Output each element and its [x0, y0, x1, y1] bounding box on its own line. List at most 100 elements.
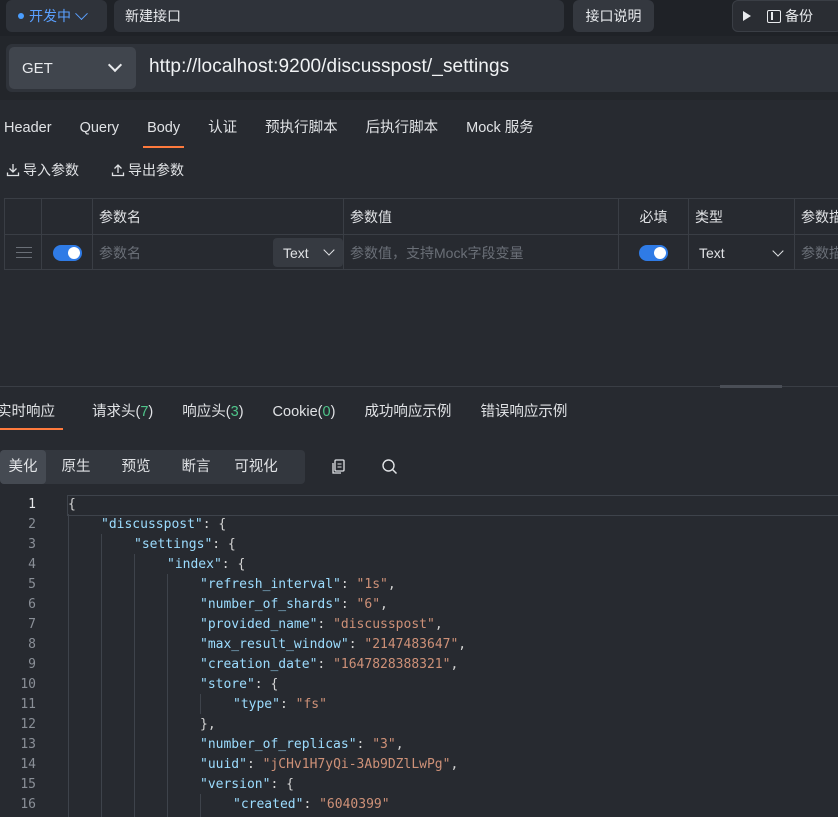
- url-bar: GET http://localhost:9200/discusspost/_s…: [0, 36, 838, 100]
- url-input-group: GET http://localhost:9200/discusspost/_s…: [6, 44, 838, 92]
- request-tabs: Header Query Body 认证 预执行脚本 后执行脚本 Mock 服务: [0, 108, 838, 148]
- tab-format-0[interactable]: 美化: [0, 450, 46, 484]
- tab-format-4[interactable]: 可视化: [226, 450, 286, 484]
- enable-toggle[interactable]: [52, 244, 82, 261]
- line-number: 15: [20, 777, 36, 792]
- param-name-type-select[interactable]: Text: [273, 238, 343, 267]
- param-type-label: Text: [699, 244, 725, 261]
- column-header-desc: 参数描: [801, 208, 838, 225]
- code-text: "max_result_window": "2147483647",: [200, 637, 467, 652]
- search-icon[interactable]: [381, 458, 398, 475]
- backup-icon: [767, 9, 781, 23]
- code-line: 8 "max_result_window": "2147483647",: [0, 635, 838, 655]
- copy-icon[interactable]: [330, 458, 347, 475]
- tab-request-5[interactable]: 后执行脚本: [362, 108, 443, 148]
- line-number: 16: [20, 797, 36, 812]
- line-number: 11: [20, 697, 36, 712]
- code-text: "number_of_shards": "6",: [200, 597, 388, 612]
- tab-format-1[interactable]: 原生: [46, 450, 106, 484]
- code-text: "refresh_interval": "1s",: [200, 577, 396, 592]
- line-number: 6: [28, 597, 36, 612]
- response-tab-count: (0): [317, 404, 336, 420]
- response-tab-label: 请求头: [92, 404, 136, 420]
- code-text: "type": "fs": [233, 697, 327, 712]
- code-text: "number_of_replicas": "3",: [200, 737, 404, 752]
- line-number: 10: [20, 677, 36, 692]
- table-header-row: 参数名 参数值 必填 类型 参数描: [5, 199, 838, 235]
- play-icon[interactable]: [743, 11, 751, 21]
- code-text: "index": {: [167, 557, 246, 572]
- tab-response-4[interactable]: 成功响应示例: [364, 394, 451, 430]
- line-number: 3: [28, 537, 36, 552]
- tab-response-1[interactable]: 请求头(7): [92, 394, 153, 430]
- param-desc-input[interactable]: 参数描: [801, 243, 838, 263]
- code-line: 2 "discusspost": {: [0, 515, 838, 535]
- code-text: "store": {: [200, 677, 279, 692]
- required-cell: [619, 235, 689, 270]
- export-params-button[interactable]: 导出参数: [111, 160, 184, 180]
- code-line: 12},: [0, 715, 838, 735]
- tab-response-0[interactable]: 实时响应: [0, 394, 63, 430]
- code-text: "created": "6040399": [233, 797, 390, 812]
- method-select[interactable]: GET: [9, 47, 136, 89]
- format-tabs: 美化 原生 预览 断言 可视化: [0, 450, 305, 484]
- tab-response-5[interactable]: 错误响应示例: [480, 394, 567, 430]
- response-tab-count: (7): [135, 404, 154, 420]
- drag-cell: [5, 235, 42, 270]
- param-type-select[interactable]: Text: [689, 235, 795, 270]
- tab-request-6[interactable]: Mock 服务: [462, 108, 538, 148]
- required-toggle[interactable]: [639, 244, 668, 261]
- tab-response-3[interactable]: Cookie(0): [273, 394, 336, 430]
- environment-select[interactable]: 开发中: [6, 0, 107, 32]
- param-name-input[interactable]: 参数名: [99, 243, 141, 263]
- chevron-down-icon: [323, 244, 335, 256]
- tab-format-2[interactable]: 预览: [106, 450, 166, 484]
- code-line: 7 "provided_name": "discusspost",: [0, 615, 838, 635]
- response-tab-label: 错误响应示例: [480, 404, 568, 420]
- tab-response-2[interactable]: 响应头(3): [182, 394, 243, 430]
- code-text: "creation_date": "1647828388321",: [200, 657, 459, 672]
- line-number: 1: [28, 497, 36, 512]
- resize-handle[interactable]: [720, 385, 782, 388]
- tab-request-0[interactable]: Header: [0, 108, 56, 148]
- response-tab-label: Cookie: [272, 404, 318, 420]
- enable-column-header: [42, 199, 93, 234]
- backup-button[interactable]: 备份: [785, 6, 813, 26]
- tab-request-2[interactable]: Body: [143, 108, 185, 148]
- api-name-input[interactable]: 新建接口: [114, 0, 564, 32]
- enable-cell: [42, 235, 93, 270]
- line-number: 2: [28, 517, 36, 532]
- response-code-viewer[interactable]: 1{2 "discusspost": {3 "settings": {4 "index…: [0, 494, 838, 817]
- chevron-down-icon: [772, 245, 784, 257]
- column-header-name: 参数名: [93, 199, 344, 234]
- line-number: 5: [28, 577, 36, 592]
- param-name-type-label: Text: [283, 244, 309, 261]
- code-line: 14 "uuid": "jCHv1H7yQi-3Ab9DZlLwPg",: [0, 755, 838, 775]
- line-number: 9: [28, 657, 36, 672]
- tab-request-4[interactable]: 预执行脚本: [261, 108, 342, 148]
- export-params-label: 导出参数: [128, 162, 184, 178]
- status-dot-icon: [18, 13, 24, 19]
- tab-request-1[interactable]: Query: [76, 108, 124, 148]
- tab-request-3[interactable]: 认证: [204, 108, 241, 148]
- import-params-label: 导入参数: [23, 162, 79, 178]
- response-tab-label: 响应头: [182, 404, 226, 420]
- drag-handle-icon[interactable]: [16, 247, 32, 258]
- run-backup-group: 备份: [732, 0, 838, 32]
- params-table: 参数名 参数值 必填 类型 参数描 参数名 Text 参数值，支持Mock字段变…: [4, 198, 838, 270]
- tab-format-3[interactable]: 断言: [166, 450, 226, 484]
- code-text: "provided_name": "discusspost",: [200, 617, 443, 632]
- drag-column-header: [5, 199, 42, 234]
- url-input[interactable]: http://localhost:9200/discusspost/_setti…: [149, 56, 509, 78]
- import-params-button[interactable]: 导入参数: [6, 160, 79, 180]
- code-line: 5 "refresh_interval": "1s",: [0, 575, 838, 595]
- download-icon: [6, 164, 20, 177]
- line-number: 4: [28, 557, 36, 572]
- param-value-input[interactable]: 参数值，支持Mock字段变量: [350, 243, 523, 263]
- response-tab-count: (3): [225, 404, 244, 420]
- code-line: 1{: [0, 495, 838, 516]
- chevron-down-icon: [107, 57, 123, 73]
- api-doc-button[interactable]: 接口说明: [573, 0, 654, 32]
- current-line-highlight: [67, 495, 838, 516]
- code-text: },: [200, 717, 216, 732]
